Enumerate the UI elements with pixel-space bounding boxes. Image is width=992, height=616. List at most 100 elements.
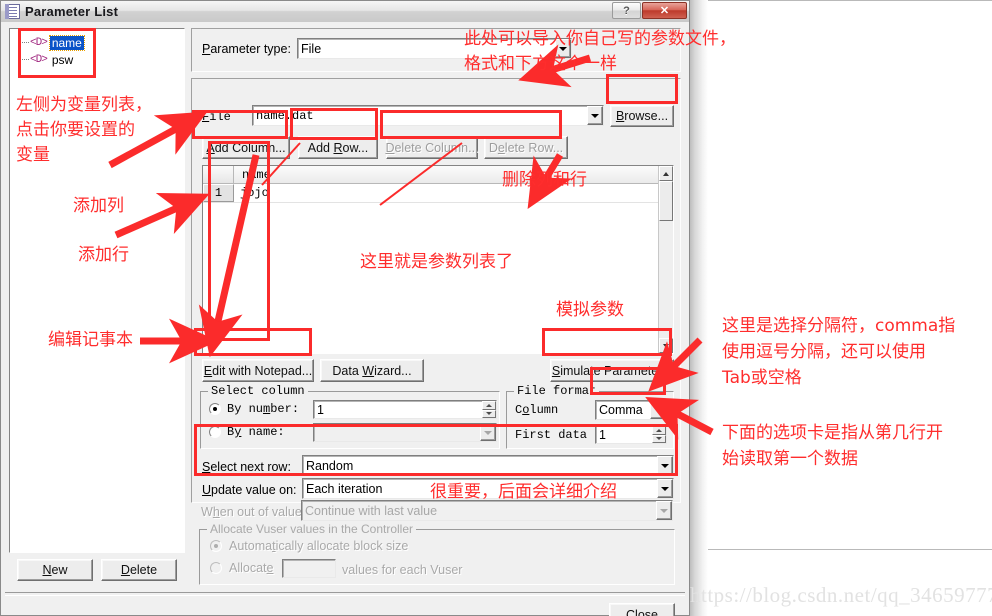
add-row-button[interactable]: Add Row... <box>298 136 378 159</box>
by-number-value: 1 <box>317 402 324 417</box>
when-out-of-values-label: When out of values: <box>201 505 312 519</box>
spinner-up-icon[interactable] <box>482 401 496 410</box>
tree-connector <box>16 34 30 51</box>
auto-allocate-label: Automatically allocate block size <box>229 539 409 553</box>
tree-item-name[interactable]: <D> name <box>16 34 180 51</box>
column-separator-combo[interactable]: Comma <box>595 400 667 420</box>
by-name-label: By name: <box>227 425 285 439</box>
select-next-row-combo[interactable]: Random <box>302 455 674 476</box>
scroll-down-icon[interactable] <box>659 338 673 353</box>
add-row-label: Add Row... <box>307 140 369 155</box>
select-column-group: Select column By number: 1 By name: <box>200 384 500 449</box>
file-format-group: File format Column Comma First data 1 <box>506 384 674 449</box>
browse-button[interactable]: Browse... <box>610 105 674 127</box>
delete-parameter-button[interactable]: Delete <box>101 559 177 581</box>
by-name-combo[interactable] <box>313 423 497 442</box>
manual-allocate-row[interactable]: Allocate <box>210 561 273 575</box>
table-row[interactable]: 1 jojo <box>203 184 658 203</box>
annotation-first-row: 下面的选项卡是指从第几行开 始读取第一个数据 <box>722 423 943 469</box>
chevron-down-icon[interactable] <box>480 424 496 441</box>
grid-vertical-scrollbar[interactable] <box>658 166 673 353</box>
update-value-on-combo[interactable]: Each iteration <box>302 478 674 499</box>
spinner-buttons[interactable] <box>652 426 666 443</box>
scroll-up-icon[interactable] <box>659 166 673 181</box>
by-number-label: By number: <box>227 402 300 416</box>
close-window-button[interactable]: ✕ <box>642 2 687 19</box>
select-next-row-label: Select next row: <box>202 460 291 474</box>
grid-cell-name[interactable]: jojo <box>234 184 658 202</box>
allocate-suffix-label: values for each Vuser <box>342 563 463 577</box>
by-name-row[interactable]: By name: <box>209 425 285 439</box>
row-number: 1 <box>203 184 234 202</box>
by-number-row[interactable]: By number: <box>209 402 299 416</box>
allocate-values-input[interactable] <box>282 559 336 578</box>
auto-allocate-row[interactable]: Automatically allocate block size <box>210 539 408 553</box>
allocate-vuser-group: Allocate Vuser values in the Controller … <box>199 522 675 585</box>
by-number-spinner[interactable]: 1 <box>313 400 497 419</box>
delete-row-button[interactable]: Delete Row... <box>484 136 568 159</box>
delete-column-label: Delete Column... <box>385 140 479 155</box>
window-controls: ? ✕ <box>611 2 687 19</box>
chevron-down-icon[interactable] <box>587 106 603 125</box>
file-combo[interactable]: name.dat <box>252 105 604 126</box>
chevron-down-icon[interactable] <box>555 39 571 58</box>
new-parameter-button[interactable]: New <box>17 559 93 581</box>
simulate-parameter-button[interactable]: Simulate Parameter... <box>550 359 674 382</box>
parameter-data-grid[interactable]: name 1 jojo <box>202 165 674 354</box>
chevron-down-icon[interactable] <box>657 479 673 498</box>
page-right-edge <box>690 0 708 616</box>
screenshot-root: Parameter List ? ✕ <D> name <D> psw New … <box>0 0 992 616</box>
file-settings-panel: File name.dat Browse... Add Column... Ad… <box>191 78 681 503</box>
first-data-label: First data <box>515 428 588 442</box>
spinner-buttons[interactable] <box>482 401 496 418</box>
add-column-button[interactable]: Add Column... <box>202 136 290 159</box>
spinner-up-icon[interactable] <box>652 426 666 435</box>
browse-label: Browse... <box>615 109 669 123</box>
manual-allocate-radio[interactable] <box>210 562 222 574</box>
grid-column-header-name[interactable]: name <box>234 168 271 182</box>
allocate-group-title: Allocate Vuser values in the Controller <box>207 522 416 536</box>
scrollbar-thumb[interactable] <box>659 181 673 221</box>
parameter-tree-panel[interactable]: <D> name <D> psw <box>9 28 185 553</box>
parameter-glyph-icon: <D> <box>30 53 48 66</box>
data-wizard-label: Data Wizard... <box>332 363 412 378</box>
first-data-value: 1 <box>599 427 606 442</box>
auto-allocate-radio[interactable] <box>210 540 222 552</box>
edit-with-notepad-button[interactable]: Edit with Notepad... <box>202 359 314 382</box>
tree-connector <box>16 51 30 68</box>
tree-item-label-psw: psw <box>51 52 74 67</box>
parameter-tree[interactable]: <D> name <D> psw <box>16 34 180 68</box>
parameter-list-dialog: Parameter List ? ✕ <D> name <D> psw New … <box>0 0 690 616</box>
tree-item-label-name: name <box>48 34 85 51</box>
parameter-type-panel: Parameter type: File <box>191 28 681 72</box>
background-hairline-top <box>708 0 992 1</box>
chevron-down-icon[interactable] <box>657 456 673 475</box>
tree-item-psw[interactable]: <D> psw <box>16 51 180 68</box>
grid-corner-cell <box>203 166 234 183</box>
column-separator-value: Comma <box>599 403 643 417</box>
column-label: Column <box>515 403 559 417</box>
by-name-radio[interactable] <box>209 426 221 438</box>
new-parameter-label: New <box>42 563 68 577</box>
spinner-down-icon[interactable] <box>482 409 496 418</box>
delete-parameter-label: Delete <box>120 563 158 577</box>
when-out-of-values-value: Continue with last value <box>305 503 438 518</box>
parameter-type-label: Parameter type: <box>202 42 291 56</box>
simulate-parameter-label: Simulate Parameter... <box>551 363 673 378</box>
data-wizard-button[interactable]: Data Wizard... <box>320 359 424 382</box>
parameter-type-combo[interactable]: File <box>297 38 572 59</box>
help-button[interactable]: ? <box>612 2 641 19</box>
delete-row-label: Delete Row... <box>488 140 564 155</box>
by-number-radio[interactable] <box>209 403 221 415</box>
select-column-group-title: Select column <box>208 384 308 398</box>
delete-column-button[interactable]: Delete Column... <box>385 136 479 159</box>
when-out-of-values-combo[interactable]: Continue with last value <box>301 500 673 521</box>
window-title: Parameter List <box>25 4 119 19</box>
first-data-spinner[interactable]: 1 <box>595 425 667 444</box>
chevron-down-icon[interactable] <box>650 401 666 419</box>
spinner-down-icon[interactable] <box>652 434 666 443</box>
close-button[interactable]: Close <box>609 603 675 616</box>
select-next-row-value: Random <box>306 458 354 473</box>
chevron-down-icon[interactable] <box>656 501 672 520</box>
background-hairline-mid <box>708 549 992 550</box>
